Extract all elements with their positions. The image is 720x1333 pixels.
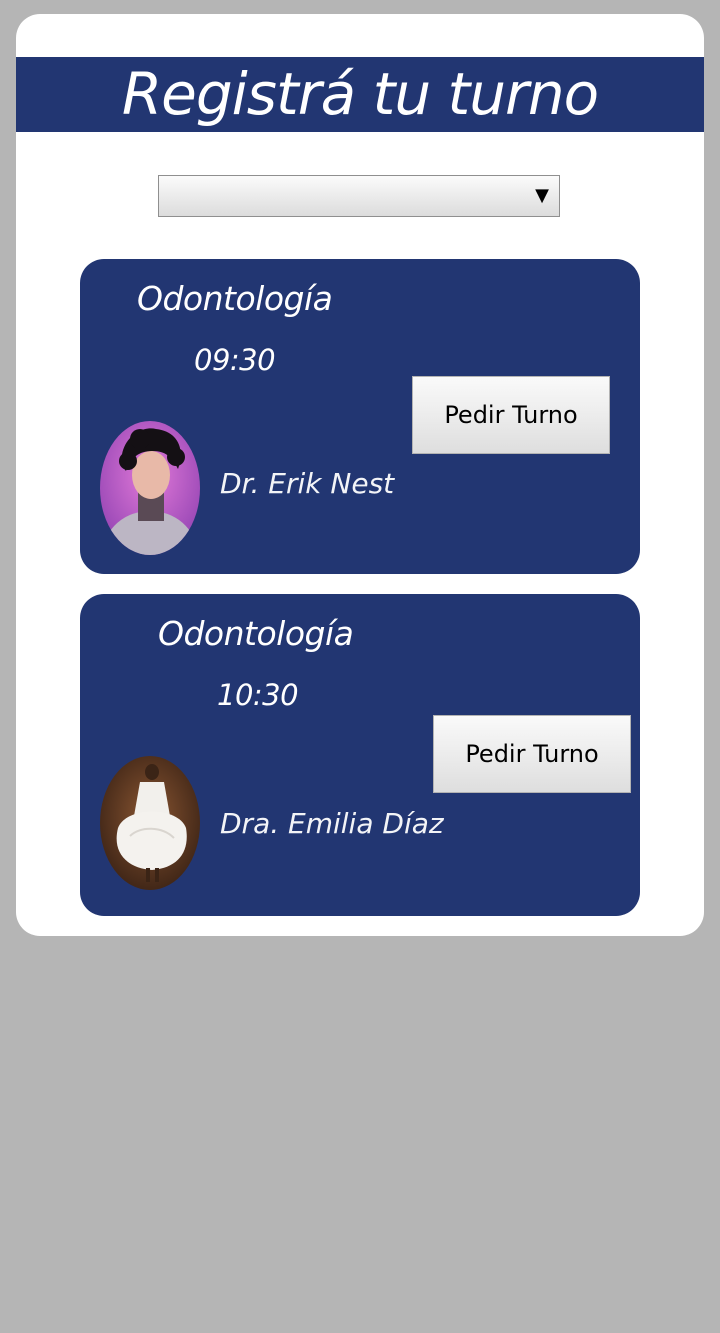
doctor-avatar-icon — [100, 421, 200, 555]
appointment-card: Odontología 10:30 Pedir Turno Dra. Emili… — [80, 594, 640, 916]
main-card: Registrá tu turno ▼ Odontología 09:30 Pe… — [16, 14, 704, 936]
appointment-time: 09:30 — [194, 343, 276, 377]
request-appointment-button[interactable]: Pedir Turno — [412, 376, 610, 454]
appointment-specialty: Odontología — [158, 614, 354, 653]
appointment-time: 10:30 — [217, 678, 299, 712]
request-appointment-button[interactable]: Pedir Turno — [433, 715, 631, 793]
appointment-specialty: Odontología — [137, 279, 333, 318]
appointment-card: Odontología 09:30 Pedir Turno Dr. Erik N… — [80, 259, 640, 574]
doctor-name: Dr. Erik Nest — [220, 467, 395, 500]
page-title: Registrá tu turno — [16, 57, 704, 132]
doctor-avatar-icon — [100, 756, 200, 890]
chevron-down-icon: ▼ — [535, 185, 549, 206]
specialty-select[interactable]: ▼ — [158, 175, 560, 217]
doctor-name: Dra. Emilia Díaz — [220, 807, 444, 840]
